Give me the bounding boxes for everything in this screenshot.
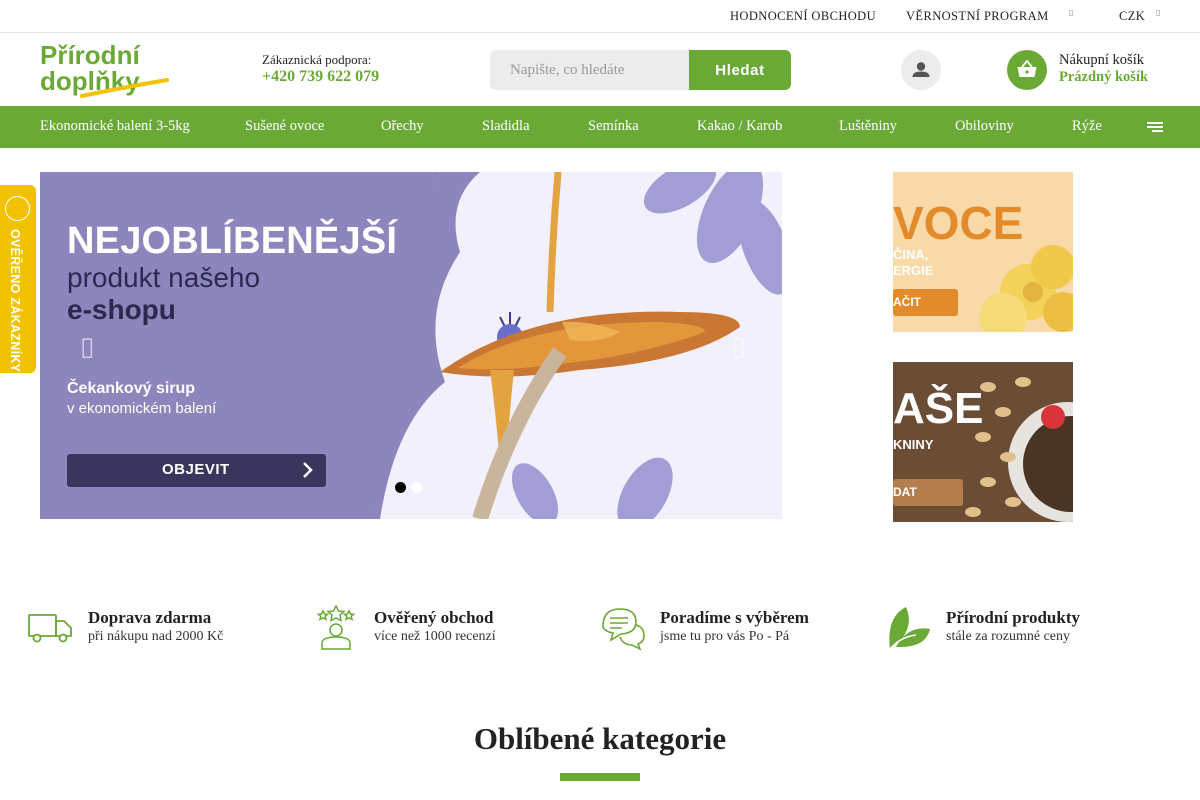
side-banner-2-sub1: KNINY xyxy=(893,437,934,452)
basket-icon xyxy=(1017,59,1037,77)
truck-icon xyxy=(28,614,72,643)
benefit-verified-store: Ověřený obchod více než 1000 recenzí xyxy=(314,605,574,655)
section-title-underline xyxy=(560,773,640,781)
nav-item-rice[interactable]: Rýže xyxy=(1072,118,1102,135)
benefit-title: Ověřený obchod xyxy=(374,608,494,627)
popular-categories-title: Oblíbené kategorie xyxy=(473,721,727,756)
currency-selector[interactable]: CZK xyxy=(1119,9,1145,24)
cart-status: Prázdný košík xyxy=(1059,69,1149,85)
search-button[interactable]: Hledat xyxy=(689,50,791,90)
benefit-subtitle: stále za rozumné ceny xyxy=(946,629,1070,644)
benefit-title: Přírodní produkty xyxy=(946,608,1080,627)
hero-subheadline-2: e-shopu xyxy=(67,294,176,325)
benefit-free-shipping: Doprava zdarma při nákupu nad 2000 Kč xyxy=(28,605,288,655)
hero-banner[interactable]: NEJOBLÍBENĚJŠÍ produkt našeho e-shopu Če… xyxy=(40,172,782,519)
nav-item-dried-fruit[interactable]: Sušené ovoce xyxy=(245,118,324,135)
loyalty-program-link[interactable]: VĚRNOSTNÍ PROGRAM xyxy=(906,9,1049,24)
hero-headline: NEJOBLÍBENĚJŠÍ xyxy=(67,220,398,262)
verified-stars-icon xyxy=(316,605,356,650)
support-phone[interactable]: +420 739 622 079 xyxy=(262,68,379,86)
support-label: Zákaznická podpora: xyxy=(262,52,372,67)
side-banner-1-sub1: ČINA, xyxy=(893,247,929,262)
search-input[interactable] xyxy=(490,50,690,90)
chat-bubbles-icon xyxy=(602,608,645,651)
side-banner-2-button[interactable]: DAT xyxy=(893,479,963,506)
nav-item-cereals[interactable]: Obiloviny xyxy=(955,118,1014,135)
site-logo[interactable]: Přírodní doplňky xyxy=(40,40,170,100)
nav-item-economy-pack[interactable]: Ekonomické balení 3-5kg xyxy=(40,118,190,135)
benefit-title: Doprava zdarma xyxy=(88,608,212,627)
side-banner-1-sub2: ERGIE xyxy=(893,263,934,278)
carousel-dot-1[interactable] xyxy=(395,482,406,493)
chevron-down-icon[interactable]: ▯ xyxy=(1156,8,1160,17)
hero-product-desc: v ekonomickém balení xyxy=(67,400,217,417)
divider-icon: ▯ xyxy=(1069,8,1074,17)
nav-item-legumes[interactable]: Luštěniny xyxy=(839,118,897,135)
verified-by-customers-tab[interactable]: OVĚŘENO ZÁKAZNÍKY xyxy=(0,185,36,373)
side-banner-2-title: AŠE xyxy=(893,384,984,433)
verified-seal-icon xyxy=(5,196,30,221)
user-account-button[interactable] xyxy=(901,50,941,90)
chevron-right-icon xyxy=(303,462,313,478)
side-banner-porridge[interactable]: AŠE KNINY DAT xyxy=(893,362,1073,522)
side-banner-2-button-label: DAT xyxy=(893,485,917,499)
carousel-next-icon[interactable]: ▯ xyxy=(732,332,746,362)
nav-item-seeds[interactable]: Semínka xyxy=(588,118,639,135)
verified-tab-label: OVĚŘENO ZÁKAZNÍKY xyxy=(8,229,22,373)
side-banner-dried-fruit[interactable]: VOCE ČINA, ERGIE AČIT xyxy=(893,172,1073,332)
benefit-title: Poradíme s výběrem xyxy=(660,608,809,627)
side-banner-1-title: VOCE xyxy=(893,197,1024,249)
nav-item-cocoa[interactable]: Kakao / Karob xyxy=(697,118,782,135)
benefit-subtitle: jsme tu pro vás Po - Pá xyxy=(660,629,790,644)
hero-product-name: Čekankový sirup xyxy=(67,380,196,397)
benefit-natural-products: Přírodní produkty stále za rozumné ceny xyxy=(886,605,1146,655)
carousel-prev-icon[interactable]: ▯ xyxy=(80,332,94,362)
hamburger-icon[interactable] xyxy=(1146,120,1164,134)
benefit-subtitle: při nákupu nad 2000 Kč xyxy=(88,629,224,644)
nav-item-sweeteners[interactable]: Sladidla xyxy=(482,118,530,135)
hero-cta-label: OBJEVIT xyxy=(162,461,230,478)
carousel-dot-2[interactable] xyxy=(411,482,422,493)
cart-label[interactable]: Nákupní košík xyxy=(1059,52,1144,69)
cart-button[interactable] xyxy=(1007,50,1047,90)
top-bar: HODNOCENÍ OBCHODU VĚRNOSTNÍ PROGRAM ▯ CZ… xyxy=(0,0,1200,33)
benefit-subtitle: více než 1000 recenzí xyxy=(374,629,496,644)
side-banner-1-button-label: AČIT xyxy=(893,295,921,309)
side-banner-1-button[interactable]: AČIT xyxy=(893,289,958,316)
category-nav: Ekonomické balení 3-5kg Sušené ovoce Oře… xyxy=(0,106,1200,148)
user-icon xyxy=(912,62,930,77)
hero-subheadline: produkt našeho xyxy=(67,262,261,293)
store-reviews-link[interactable]: HODNOCENÍ OBCHODU xyxy=(730,9,876,24)
benefit-consultation: Poradíme s výběrem jsme tu pro vás Po - … xyxy=(600,605,860,655)
hero-cta-button[interactable]: OBJEVIT xyxy=(67,454,326,487)
logo-text-line2: doplňky xyxy=(40,66,140,96)
leaf-icon xyxy=(889,607,930,650)
nav-item-nuts[interactable]: Ořechy xyxy=(381,118,424,135)
